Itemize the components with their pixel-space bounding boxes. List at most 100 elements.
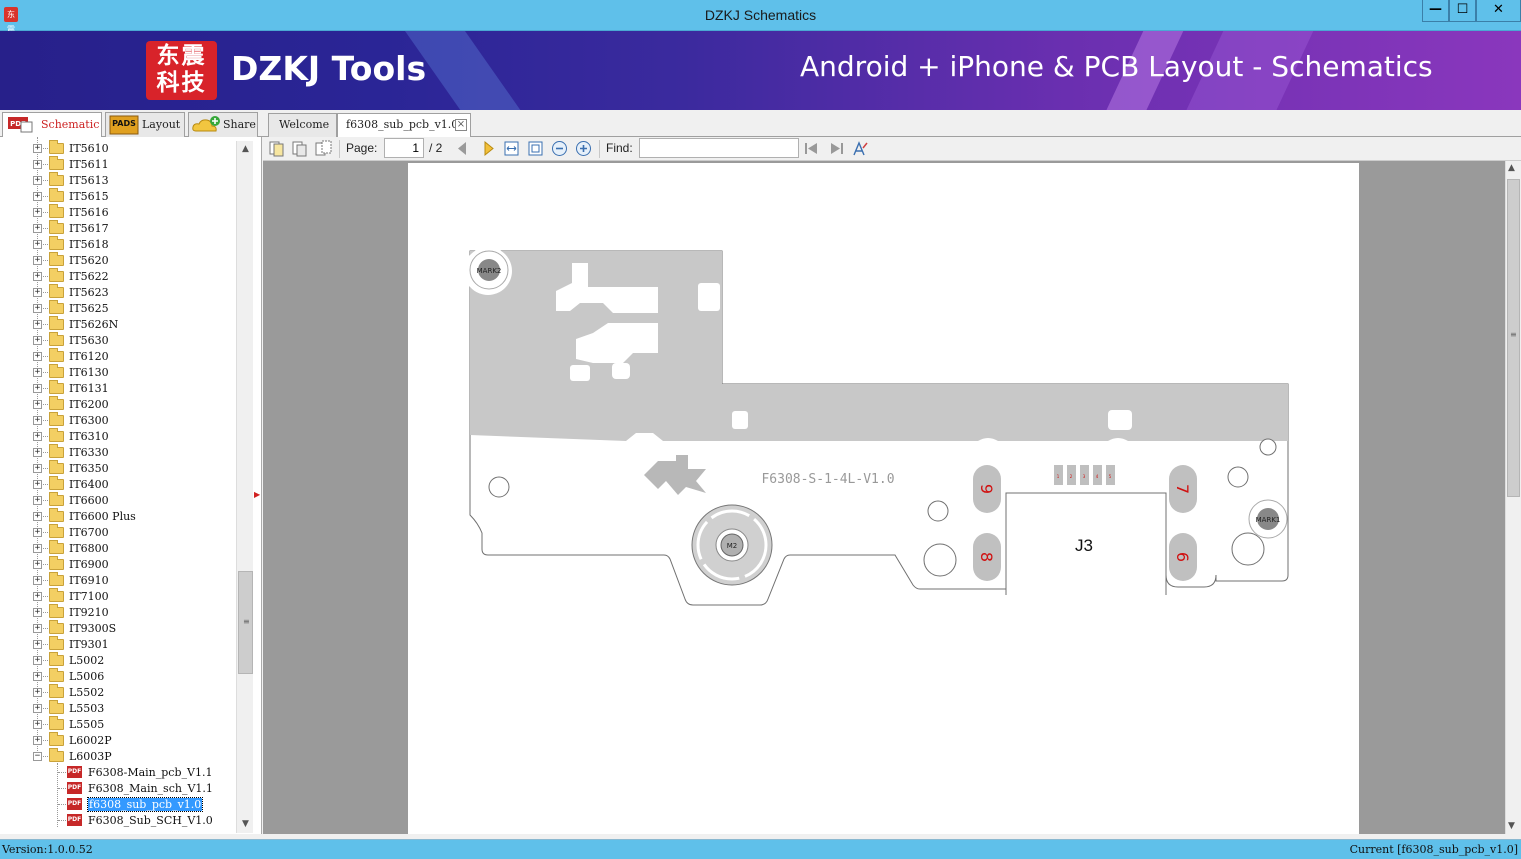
expand-icon[interactable]: +	[33, 208, 42, 217]
tree-folder-it7100[interactable]: + IT7100	[0, 588, 235, 605]
tree-scrollbar[interactable]: ▲ ≡ ▼	[236, 141, 253, 833]
doc-tab-active[interactable]: f6308_sub_pcb_v1.0 ×	[337, 113, 471, 137]
find-next-icon[interactable]	[828, 140, 845, 157]
expand-icon[interactable]: +	[33, 496, 42, 505]
tree-folder-it9300s[interactable]: + IT9300S	[0, 620, 235, 637]
doc-tab-welcome[interactable]: Welcome	[268, 113, 337, 137]
collapse-icon[interactable]: −	[33, 752, 42, 761]
tree-folder-l5503[interactable]: + L5503	[0, 700, 235, 717]
highlight-text-icon[interactable]	[852, 140, 869, 157]
tree-folder-it6310[interactable]: + IT6310	[0, 428, 235, 445]
expand-icon[interactable]: +	[33, 656, 42, 665]
tab-layout[interactable]: PADS Layout	[105, 112, 185, 137]
minimize-button[interactable]: —	[1422, 0, 1449, 22]
scroll-down-icon[interactable]: ▼	[237, 816, 254, 833]
fit-width-icon[interactable]	[503, 140, 520, 157]
tree-folder-it6600-plus[interactable]: + IT6600 Plus	[0, 508, 235, 525]
expand-icon[interactable]: +	[33, 384, 42, 393]
next-page-icon[interactable]	[480, 140, 497, 157]
expand-icon[interactable]: +	[33, 464, 42, 473]
close-button[interactable]: ✕	[1476, 0, 1521, 22]
tree-folder-it6910[interactable]: + IT6910	[0, 572, 235, 589]
expand-icon[interactable]: +	[33, 448, 42, 457]
tree-file-item[interactable]: PDF F6308_Main_sch_V1.1	[0, 781, 235, 797]
expand-icon[interactable]: +	[33, 672, 42, 681]
expand-icon[interactable]: +	[33, 272, 42, 281]
tree-file-item[interactable]: PDF F6308_Sub_SCH_V1.0	[0, 813, 235, 829]
tree-folder-it6131[interactable]: + IT6131	[0, 380, 235, 397]
tree-folder-it6330[interactable]: + IT6330	[0, 444, 235, 461]
expand-icon[interactable]: +	[33, 160, 42, 169]
scroll-thumb[interactable]: ≡	[1507, 179, 1520, 497]
expand-icon[interactable]: +	[33, 704, 42, 713]
expand-icon[interactable]: +	[33, 176, 42, 185]
viewer-scrollbar[interactable]: ▲ ≡ ▼	[1505, 161, 1521, 834]
tree-folder-it5620[interactable]: + IT5620	[0, 252, 235, 269]
tree-file-item[interactable]: PDF f6308_sub_pcb_v1.0	[0, 797, 235, 813]
scroll-up-icon[interactable]: ▲	[237, 141, 254, 158]
expand-icon[interactable]: +	[33, 432, 42, 441]
tree-folder-it6600[interactable]: + IT6600	[0, 492, 235, 509]
zoom-in-icon[interactable]	[575, 140, 592, 157]
expand-icon[interactable]: +	[33, 368, 42, 377]
expand-icon[interactable]: +	[33, 320, 42, 329]
tree-folder-it5616[interactable]: + IT5616	[0, 204, 235, 221]
tree-folder-it9210[interactable]: + IT9210	[0, 604, 235, 621]
expand-icon[interactable]: +	[33, 192, 42, 201]
expand-icon[interactable]: +	[33, 240, 42, 249]
tree-folder-it6120[interactable]: + IT6120	[0, 348, 235, 365]
fit-page-icon[interactable]	[527, 140, 544, 157]
scroll-thumb[interactable]: ≡	[238, 571, 253, 674]
tree-folder-it6300[interactable]: + IT6300	[0, 412, 235, 429]
expand-icon[interactable]: +	[33, 544, 42, 553]
expand-icon[interactable]: +	[33, 592, 42, 601]
tab-schematic[interactable]: PDF Schematic	[2, 112, 102, 138]
splitter-arrow-icon[interactable]: ▶	[254, 490, 260, 499]
expand-icon[interactable]: +	[33, 416, 42, 425]
expand-icon[interactable]: +	[33, 480, 42, 489]
tree-folder-l6003p[interactable]: − L6003P	[0, 748, 235, 765]
expand-icon[interactable]: +	[33, 576, 42, 585]
expand-icon[interactable]: +	[33, 688, 42, 697]
expand-icon[interactable]: +	[33, 608, 42, 617]
expand-icon[interactable]: +	[33, 624, 42, 633]
tree-folder-it5615[interactable]: + IT5615	[0, 188, 235, 205]
expand-icon[interactable]: +	[33, 400, 42, 409]
tree-folder-l5006[interactable]: + L5006	[0, 668, 235, 685]
expand-icon[interactable]: +	[33, 256, 42, 265]
tree-folder-l5002[interactable]: + L5002	[0, 652, 235, 669]
tree-folder-it6800[interactable]: + IT6800	[0, 540, 235, 557]
previous-page-icon[interactable]	[454, 140, 471, 157]
tree-folder-it5625[interactable]: + IT5625	[0, 300, 235, 317]
tree-folder-it6900[interactable]: + IT6900	[0, 556, 235, 573]
tree-folder-l5505[interactable]: + L5505	[0, 716, 235, 733]
tree-folder-it5613[interactable]: + IT5613	[0, 172, 235, 189]
tree-folder-it5626n[interactable]: + IT5626N	[0, 316, 235, 333]
expand-icon[interactable]: +	[33, 336, 42, 345]
expand-icon[interactable]: +	[33, 288, 42, 297]
expand-icon[interactable]: +	[33, 736, 42, 745]
maximize-button[interactable]: ☐	[1449, 0, 1476, 22]
find-previous-icon[interactable]	[803, 140, 820, 157]
tree-folder-it5617[interactable]: + IT5617	[0, 220, 235, 237]
expand-icon[interactable]: +	[33, 224, 42, 233]
page-number-input[interactable]	[384, 138, 424, 158]
tree-folder-it5618[interactable]: + IT5618	[0, 236, 235, 253]
tree-folder-l5502[interactable]: + L5502	[0, 684, 235, 701]
tree-file-item[interactable]: PDF F6308-Main_pcb_V1.1	[0, 765, 235, 781]
expand-icon[interactable]: +	[33, 304, 42, 313]
tree-folder-it6130[interactable]: + IT6130	[0, 364, 235, 381]
tree-folder-it5610[interactable]: + IT5610	[0, 140, 235, 157]
tab-share[interactable]: Share	[188, 112, 258, 137]
expand-icon[interactable]: +	[33, 512, 42, 521]
scroll-up-icon[interactable]: ▲	[1508, 163, 1515, 173]
scroll-down-icon[interactable]: ▼	[1508, 821, 1515, 831]
tree-folder-it6700[interactable]: + IT6700	[0, 524, 235, 541]
expand-icon[interactable]: +	[33, 640, 42, 649]
expand-icon[interactable]: +	[33, 528, 42, 537]
tree-folder-l6002p[interactable]: + L6002P	[0, 732, 235, 749]
tree-folder-it5611[interactable]: + IT5611	[0, 156, 235, 173]
tree-folder-it6350[interactable]: + IT6350	[0, 460, 235, 477]
zoom-out-icon[interactable]	[551, 140, 568, 157]
tree-folder-it5630[interactable]: + IT5630	[0, 332, 235, 349]
